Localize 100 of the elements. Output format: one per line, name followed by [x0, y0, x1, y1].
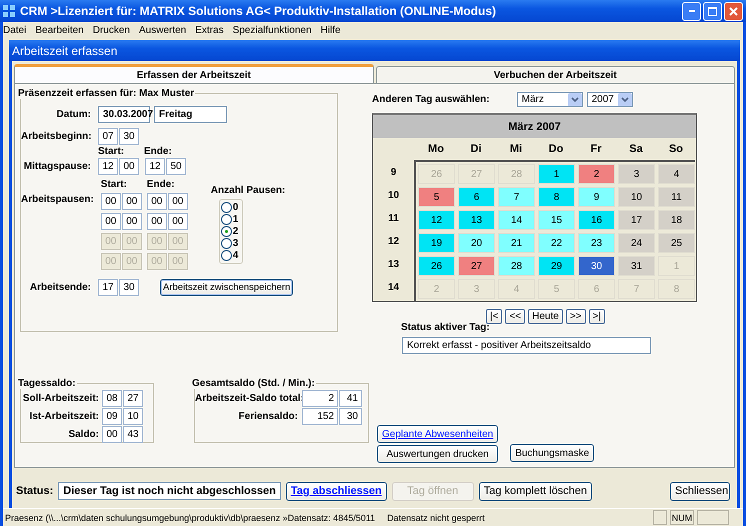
navigation-button[interactable]: >|	[588, 309, 605, 324]
radio-button[interactable]	[220, 226, 232, 237]
navigation-button[interactable]: >>	[566, 309, 586, 324]
menu-item[interactable]: Hilfe	[320, 24, 341, 36]
week-number: 11	[387, 212, 400, 226]
action-button[interactable]: Buchungsmaske	[510, 444, 594, 462]
num-lock-indicator: NUM	[670, 510, 694, 525]
menu-item[interactable]: Bearbeiten	[35, 24, 84, 36]
calendar-day[interactable]: 5	[418, 187, 455, 207]
time-field[interactable]: 00	[168, 193, 188, 210]
value-field: 30	[339, 408, 362, 425]
time-field[interactable]: 00	[146, 193, 167, 210]
time-field[interactable]: 12	[145, 158, 165, 175]
time-field[interactable]: 00	[100, 213, 121, 230]
calendar-day[interactable]: 1	[538, 164, 575, 184]
radio-label: 4	[232, 250, 238, 261]
calendar-day[interactable]: 13	[458, 210, 495, 230]
maximize-button[interactable]	[703, 2, 722, 20]
time-field[interactable]: 00	[119, 158, 139, 175]
calendar-day[interactable]: 11	[658, 187, 695, 207]
radio-label: 3	[232, 238, 238, 249]
time-field[interactable]: 00	[122, 193, 142, 210]
time-field[interactable]: 50	[166, 158, 186, 175]
column-label: Start:	[100, 179, 128, 190]
calendar-day[interactable]: 12	[418, 210, 455, 230]
action-button[interactable]: Tag abschliessen	[286, 482, 387, 500]
calendar-day[interactable]: 14	[498, 210, 535, 230]
save-button[interactable]: Arbeitszeit zwischenspeichern	[160, 279, 294, 296]
menu-item[interactable]: Spezialfunktionen	[232, 24, 312, 36]
radio-button[interactable]	[220, 214, 232, 225]
field-label: Datum:	[56, 109, 91, 120]
value-field: 08	[102, 390, 122, 407]
menu-item[interactable]: Drucken	[92, 24, 130, 36]
close-icon	[729, 6, 738, 16]
menu-item[interactable]: Auswerten	[138, 24, 186, 36]
year-dropdown[interactable]: 2007	[586, 92, 633, 107]
week-number: 12	[386, 234, 400, 248]
calendar-day[interactable]: 10	[618, 187, 655, 207]
month-dropdown[interactable]: März	[516, 92, 583, 107]
calendar-day[interactable]: 26	[418, 256, 455, 276]
calendar-day[interactable]: 20	[458, 233, 495, 253]
time-field[interactable]: 30	[119, 128, 139, 145]
calendar-day[interactable]: 30	[578, 256, 615, 276]
calendar-day[interactable]: 17	[618, 210, 655, 230]
weekday-label: Mi	[508, 143, 524, 155]
menu-item[interactable]: Datei	[3, 24, 26, 36]
weekday-label: So	[668, 143, 684, 155]
field-label: Saldo:	[67, 429, 99, 440]
minimize-button[interactable]	[682, 2, 701, 20]
calendar-day[interactable]: 31	[618, 256, 655, 276]
tab[interactable]: Erfassen der Arbeitszeit	[14, 64, 374, 83]
menu-item[interactable]: Extras	[195, 24, 224, 36]
calendar-day[interactable]: 28	[498, 256, 535, 276]
navigation-button[interactable]: Heute	[528, 309, 563, 324]
calendar-day[interactable]: 6	[458, 187, 495, 207]
weekday-field[interactable]: Freitag	[154, 106, 227, 123]
weekday-label: Do	[548, 143, 564, 155]
calendar-day[interactable]: 22	[538, 233, 575, 253]
radio-button[interactable]	[220, 202, 232, 213]
navigation-button[interactable]: <<	[505, 309, 526, 324]
calendar-day[interactable]: 27	[458, 256, 495, 276]
close-button[interactable]	[724, 2, 743, 20]
calendar-day[interactable]: 4	[658, 164, 695, 184]
tab[interactable]: Verbuchen der Arbeitszeit	[376, 66, 735, 83]
time-field[interactable]: 00	[168, 213, 188, 230]
calendar-day[interactable]: 23	[578, 233, 615, 253]
action-button[interactable]: Auswertungen drucken	[377, 445, 498, 463]
time-field[interactable]: 00	[146, 213, 167, 230]
time-field[interactable]: 00	[100, 193, 121, 210]
calendar-day[interactable]: 3	[618, 164, 655, 184]
action-button[interactable]: Tag komplett löschen	[478, 482, 592, 500]
calendar-day[interactable]: 15	[538, 210, 575, 230]
value-field: 10	[123, 408, 143, 425]
calendar-day[interactable]: 25	[658, 233, 695, 253]
calendar-day[interactable]: 8	[538, 187, 575, 207]
maximize-icon	[708, 6, 717, 16]
time-field[interactable]: 07	[98, 128, 118, 145]
close-button[interactable]: Schliessen	[670, 482, 730, 500]
calendar-day[interactable]: 19	[418, 233, 455, 253]
calendar-day[interactable]: 24	[618, 233, 655, 253]
radio-button[interactable]	[220, 250, 232, 261]
time-field[interactable]: 00	[122, 213, 142, 230]
week-number: 14	[386, 280, 400, 294]
calendar-day[interactable]: 29	[538, 256, 575, 276]
week-number: 9	[390, 166, 398, 180]
calendar-day[interactable]: 7	[498, 187, 535, 207]
time-field[interactable]: 12	[98, 158, 118, 175]
field-label: Anderen Tag auswählen:	[372, 94, 490, 105]
calendar-day[interactable]: 16	[578, 210, 615, 230]
field-label: Status aktiver Tag:	[401, 322, 491, 333]
time-field[interactable]: 30	[119, 279, 139, 296]
navigation-button[interactable]: |<	[486, 309, 502, 324]
time-field[interactable]: 17	[98, 279, 118, 296]
calendar-day[interactable]: 9	[578, 187, 615, 207]
radio-label: 2	[232, 226, 238, 237]
calendar-day[interactable]: 21	[498, 233, 535, 253]
calendar-day[interactable]: 2	[578, 164, 615, 184]
radio-button[interactable]	[220, 238, 232, 249]
calendar-day[interactable]: 18	[658, 210, 695, 230]
action-button[interactable]: Geplante Abwesenheiten	[377, 425, 498, 443]
